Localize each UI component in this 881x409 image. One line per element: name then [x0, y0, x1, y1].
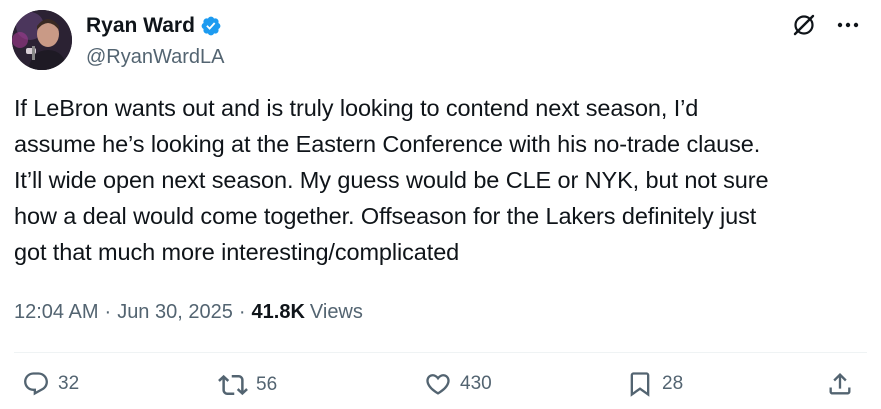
author-name-row: Ryan Ward	[86, 13, 222, 39]
tweet-meta: 12:04 AM · Jun 30, 2025 · 41.8K Views	[14, 297, 363, 327]
tweet-text-line: It’ll wide open next season. My guess wo…	[14, 167, 769, 193]
avatar-photo	[12, 10, 72, 70]
repost-button[interactable]: 56	[218, 370, 277, 400]
tweet-time[interactable]: 12:04 AM	[14, 297, 99, 327]
divider	[14, 352, 867, 353]
tweet-text-line: If LeBron wants out and is truly looking…	[14, 95, 699, 121]
share-button[interactable]	[826, 370, 854, 398]
views-label: Views	[309, 301, 363, 323]
tweet-text-line: got that much more interesting/complicat…	[14, 239, 460, 265]
share-icon	[829, 373, 851, 395]
more-icon[interactable]	[835, 12, 861, 38]
bookmark-count: 28	[662, 373, 684, 394]
meta-separator: ·	[104, 301, 112, 323]
grok-icon[interactable]	[791, 12, 817, 38]
tweet-card: Ryan Ward @RyanWardLA If LeBron wants ou…	[0, 0, 881, 409]
avatar[interactable]	[12, 10, 72, 70]
bookmark-icon	[630, 372, 650, 397]
repost-count: 56	[256, 374, 278, 395]
author-handle[interactable]: @RyanWardLA	[86, 45, 225, 69]
repost-icon	[218, 374, 248, 396]
tweet-text-line: assume he’s looking at the Eastern Confe…	[14, 131, 761, 157]
tweet-text: If LeBron wants out and is truly looking…	[14, 90, 864, 270]
tweet-actions-bar: 32 56 430 28	[0, 368, 881, 408]
views-count[interactable]: 41.8K	[252, 297, 305, 327]
reply-icon	[24, 372, 48, 396]
author-display-name[interactable]: Ryan Ward	[86, 13, 195, 39]
verified-badge-icon	[200, 15, 222, 37]
reply-count: 32	[58, 373, 80, 394]
tweet-text-line: how a deal would come together. Offseaso…	[14, 203, 757, 229]
meta-separator: ·	[238, 301, 246, 323]
tweet-date[interactable]: Jun 30, 2025	[117, 297, 233, 327]
like-heart-icon	[426, 374, 450, 395]
bookmark-button[interactable]: 28	[626, 370, 683, 398]
tweet-header-actions	[791, 12, 861, 38]
like-count: 430	[460, 373, 492, 394]
like-button[interactable]: 430	[424, 370, 492, 398]
reply-button[interactable]: 32	[22, 370, 79, 398]
